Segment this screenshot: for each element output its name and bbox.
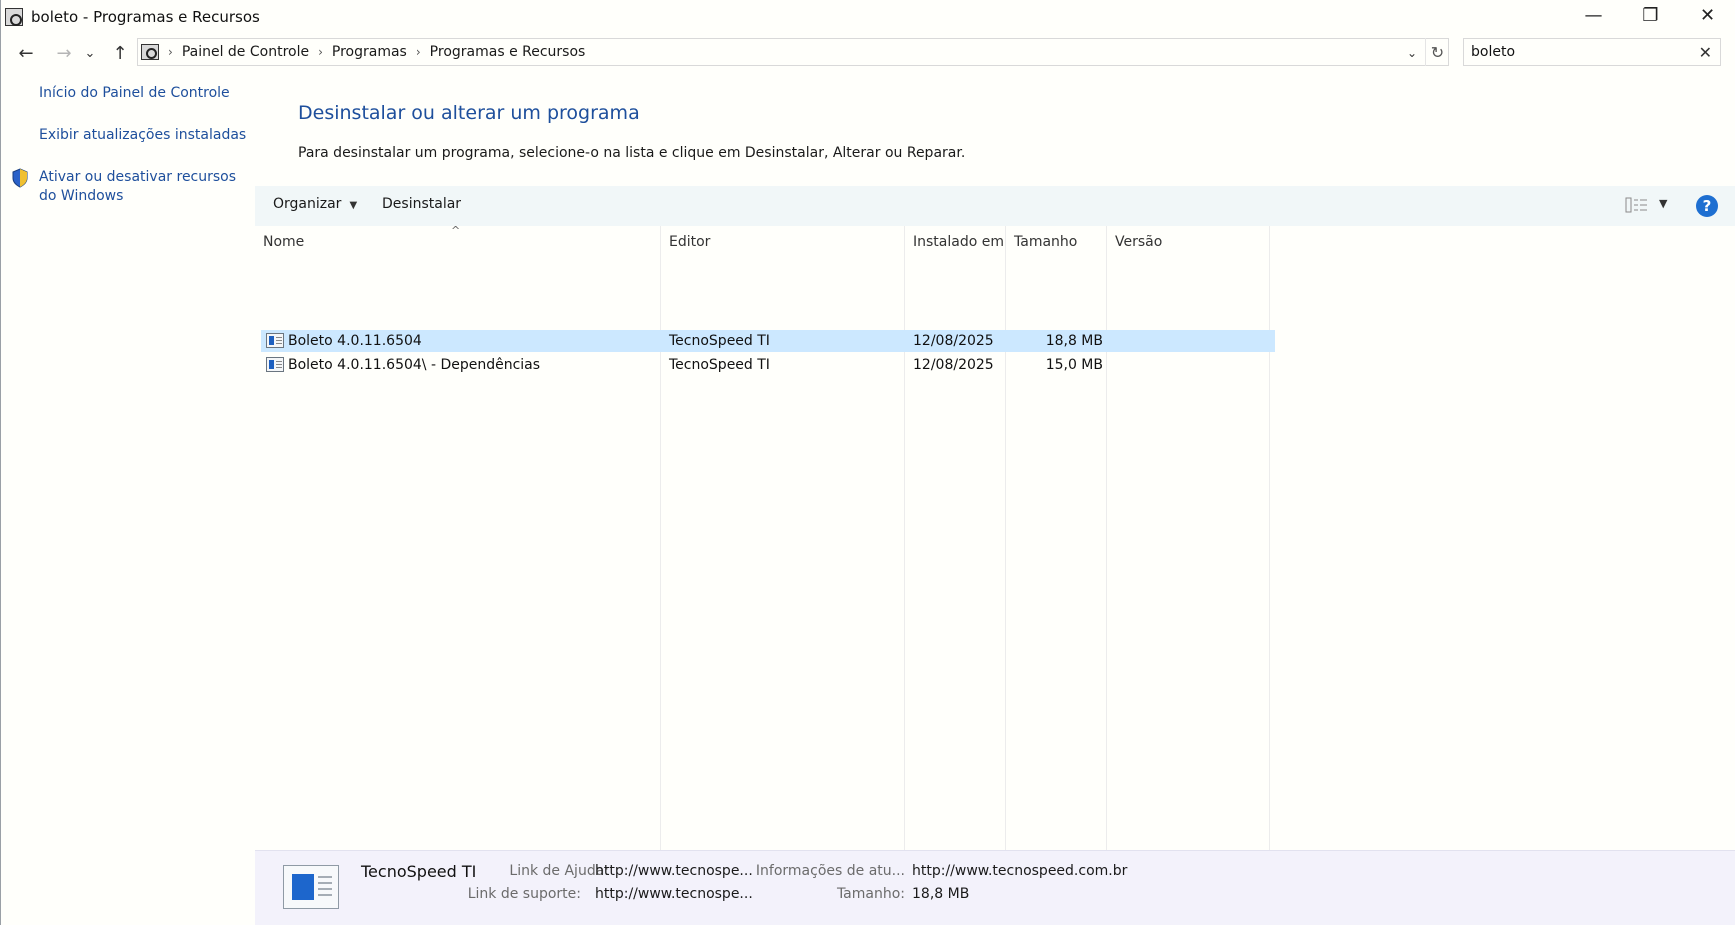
uninstall-button[interactable]: Desinstalar [382, 196, 461, 212]
program-icon [266, 357, 284, 372]
main-content: Desinstalar ou alterar um programa Para … [255, 72, 1735, 925]
size-label: Tamanho: [836, 886, 905, 902]
size-value: 18,8 MB [912, 886, 970, 902]
navigation-bar: ← → ⌄ ↑ › Painel de Controle › Programas… [1, 34, 1735, 72]
table-row[interactable]: Boleto 4.0.11.6504\ - Dependências Tecno… [261, 354, 1275, 376]
window-controls: — ❐ ✕ [1565, 0, 1735, 30]
left-pane: Início do Painel de Controle Exibir atua… [1, 72, 255, 925]
program-size: 15,0 MB [1045, 357, 1103, 373]
help-icon[interactable]: ? [1696, 195, 1718, 217]
column-header-size[interactable]: Tamanho [1014, 234, 1077, 250]
restore-button[interactable]: ❐ [1622, 0, 1679, 30]
column-divider[interactable] [1106, 226, 1107, 850]
search-box[interactable]: ✕ [1463, 38, 1721, 66]
help-link-value[interactable]: http://www.tecnospe... [595, 863, 753, 879]
programs-list: ^ Nome Editor Instalado em Tamanho Versã… [255, 224, 1735, 850]
update-info-label: Informações de atu... [755, 863, 905, 879]
details-view-icon[interactable] [1625, 197, 1649, 213]
uac-shield-icon [12, 168, 28, 188]
programs-features-window: boleto - Programas e Recursos — ❐ ✕ ← → … [0, 0, 1735, 925]
control-panel-location-icon [141, 44, 159, 60]
column-header-name[interactable]: Nome [263, 234, 304, 250]
program-publisher: TecnoSpeed TI [669, 333, 770, 349]
program-publisher: TecnoSpeed TI [669, 357, 770, 373]
breadcrumb-programas-e-recursos[interactable]: Programas e Recursos [430, 44, 586, 60]
view-options-dropdown-icon[interactable]: ▼ [1659, 197, 1667, 210]
column-divider[interactable] [660, 226, 661, 850]
up-button[interactable]: ↑ [107, 40, 133, 66]
update-info-value[interactable]: http://www.tecnospeed.com.br [912, 863, 1127, 879]
breadcrumb-programas[interactable]: Programas [332, 44, 407, 60]
chevron-down-icon[interactable]: ⌄ [1402, 43, 1422, 63]
refresh-button[interactable]: ↻ [1425, 38, 1449, 66]
program-name: Boleto 4.0.11.6504 [288, 333, 422, 349]
organize-label: Organizar [273, 196, 342, 212]
program-installed-date: 12/08/2025 [913, 357, 994, 373]
column-divider[interactable] [1269, 226, 1270, 850]
program-installed-date: 12/08/2025 [913, 333, 994, 349]
column-header-publisher[interactable]: Editor [669, 234, 710, 250]
column-header-version[interactable]: Versão [1115, 234, 1162, 250]
program-size: 18,8 MB [1045, 333, 1103, 349]
program-name: Boleto 4.0.11.6504\ - Dependências [288, 357, 541, 373]
back-button[interactable]: ← [13, 40, 39, 66]
clear-search-icon[interactable]: ✕ [1699, 43, 1712, 62]
chevron-right-icon[interactable]: › [318, 45, 323, 59]
details-pane: TecnoSpeed TI Link de Ajuda: http://www.… [255, 850, 1735, 925]
close-button[interactable]: ✕ [1679, 0, 1735, 30]
program-large-icon [283, 865, 339, 909]
search-input[interactable] [1464, 44, 1684, 60]
control-panel-icon [5, 8, 23, 26]
title-bar: boleto - Programas e Recursos — ❐ ✕ [1, 0, 1735, 34]
recent-locations-button[interactable]: ⌄ [81, 40, 99, 66]
table-row[interactable]: Boleto 4.0.11.6504 TecnoSpeed TI 12/08/2… [261, 330, 1275, 352]
page-title: Desinstalar ou alterar um programa [298, 102, 640, 124]
link-turn-windows-features[interactable]: Ativar ou desativar recursos do Windows [39, 168, 249, 206]
address-bar[interactable]: › Painel de Controle › Programas › Progr… [137, 38, 1449, 66]
forward-button[interactable]: → [51, 40, 77, 66]
caret-down-icon: ▼ [349, 200, 358, 211]
program-icon [266, 333, 284, 348]
column-divider[interactable] [1005, 226, 1006, 850]
chevron-right-icon[interactable]: › [168, 45, 173, 59]
sort-ascending-icon: ^ [451, 224, 461, 237]
command-toolbar: Organizar ▼ Desinstalar ▼ ? [255, 186, 1735, 226]
window-title: boleto - Programas e Recursos [31, 8, 260, 26]
breadcrumb-painel-de-controle[interactable]: Painel de Controle [182, 44, 309, 60]
chevron-right-icon[interactable]: › [416, 45, 421, 59]
support-link-value[interactable]: http://www.tecnospe... [595, 886, 753, 902]
column-divider[interactable] [904, 226, 905, 850]
minimize-button[interactable]: — [1565, 0, 1622, 30]
link-control-panel-home[interactable]: Início do Painel de Controle [39, 84, 249, 103]
help-link-label: Link de Ajuda: [509, 863, 609, 879]
column-header-installed-on[interactable]: Instalado em [913, 234, 1004, 250]
instructions-text: Para desinstalar um programa, selecione-… [298, 145, 966, 161]
support-link-label: Link de suporte: [467, 886, 581, 902]
organize-button[interactable]: Organizar ▼ [273, 196, 357, 212]
link-view-installed-updates[interactable]: Exibir atualizações instaladas [39, 126, 249, 145]
details-publisher: TecnoSpeed TI [361, 862, 477, 881]
